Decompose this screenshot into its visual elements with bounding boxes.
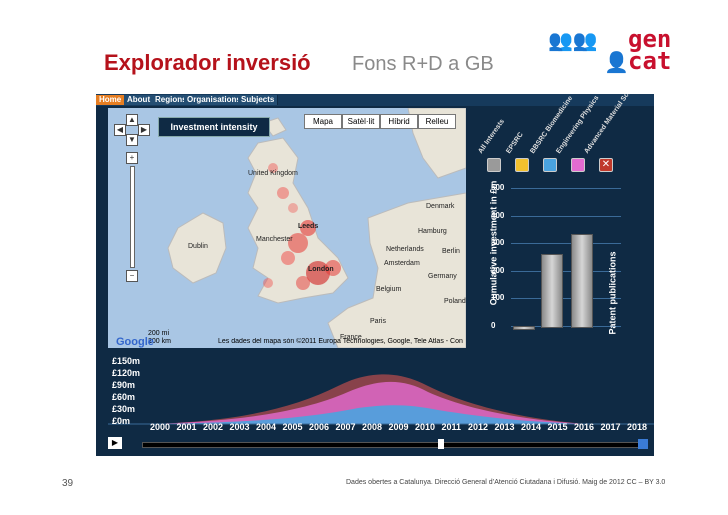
zoom-slider[interactable] [130,166,135,268]
play-button[interactable]: ▶ [108,437,122,449]
chart-bar[interactable] [571,233,593,328]
people-icon: 👥👥 [548,28,598,52]
map-type-terrain-button[interactable]: Relleu [418,114,456,129]
timeline-scrollbar[interactable] [142,442,644,448]
nav-subjects[interactable]: Subjects [238,95,279,105]
pan-right-icon[interactable]: ▶ [138,124,150,136]
money-tick: £60m [112,392,136,402]
year-tick-label: 2006 [309,422,330,432]
slide-number: 39 [62,478,74,489]
place-label: Dublin [188,243,208,250]
year-tick-label: 2013 [494,422,515,432]
bar-chart: 500 400 300 200 100 0 [471,108,651,348]
place-label: United Kingdom [248,170,298,177]
year-tick-label: 2010 [415,422,436,432]
y-tick-label: 400 [491,210,505,220]
year-tick-label: 2014 [521,422,542,432]
year-tick-label: 2008 [362,422,383,432]
y-tick-label: 300 [491,238,505,248]
y-tick-label: 0 [491,321,496,330]
money-tick: £30m [112,404,136,414]
year-tick-label: 2018 [627,422,648,432]
y-tick-label: 200 [491,265,505,275]
place-label: Netherlands [386,246,424,253]
chart-gridline [511,188,621,189]
place-label: Denmark [426,203,455,210]
map-title: Investment intensity [158,117,270,137]
chart-gridline [511,298,621,300]
place-label: Amsterdam [384,260,420,267]
nav-home[interactable]: Home [96,95,126,105]
year-tick-label: 2005 [282,422,303,432]
investment-explorer-app: Home About Regions Organisations Subject… [96,94,654,456]
expand-icon[interactable] [638,439,648,449]
year-tick-label: 2011 [441,422,462,432]
year-tick-label: 2007 [335,422,356,432]
chart-bar[interactable] [541,254,563,328]
y-tick-label: 100 [491,293,505,303]
map-type-hybrid-button[interactable]: Híbrid [380,114,418,129]
chart-bar[interactable] [513,326,535,330]
year-tick-label: 2001 [176,422,197,432]
year-tick-label: 2009 [388,422,409,432]
zoom-in-icon[interactable]: + [126,152,138,164]
place-label: Belgium [376,286,402,293]
money-tick: £90m [112,380,136,390]
year-tick-label: 2004 [256,422,277,432]
year-tick-label: 2000 [150,422,171,432]
y-tick-label: 500 [491,183,505,192]
money-tick: £150m [112,356,141,366]
year-tick-label: 2015 [547,422,568,432]
investment-map[interactable]: ▲ ◀ ▶ ▼ + − Investment intensity Mapa Sa… [108,108,466,348]
map-type-map-button[interactable]: Mapa [304,114,342,129]
timeline-chart[interactable]: £150m £120m £90m £60m £30m £0m 2000 2001 2… [108,356,654,436]
year-tick-label: 2002 [203,422,224,432]
footer-text: Dades obertes a Catalunya. Direcció Gene… [346,479,666,486]
google-logo: Google [116,336,154,348]
chart-gridline [511,215,621,217]
place-label: Paris [370,318,386,325]
year-tick-label: 2016 [574,422,595,432]
map-type-satellite-button[interactable]: Satèl·lit [342,114,380,129]
person-icon: 👤 [604,50,629,74]
place-label: London [308,266,334,273]
money-tick: £120m [112,368,141,378]
place-label: Poland [444,298,466,305]
map-drawing [108,108,466,348]
year-tick-label: 2017 [600,422,621,432]
page-title: Explorador inversió [104,50,311,75]
chart-gridline [511,243,621,245]
place-label: Germany [428,273,457,280]
place-label: Berlin [442,248,460,255]
pan-left-icon[interactable]: ◀ [114,124,126,136]
pan-up-icon[interactable]: ▲ [126,114,138,126]
investment-chart-panel: All Interests EPSRC BBSRC Biomedicine En… [471,94,651,348]
patent-publications-label: Patent publications [607,251,618,335]
gencat-logo-cat: cat [628,47,672,75]
pan-down-icon[interactable]: ▼ [126,134,138,146]
page-subtitle: Fons R+D a GB [352,53,494,75]
year-axis: 2000 2001 2002 2003 2004 2005 2006 2007 2008 2009… [108,422,654,434]
place-label: Hamburg [418,228,447,235]
timeline-scroll-thumb[interactable] [438,439,444,449]
map-attribution[interactable]: Les dades del mapa són ©2011 Europa Tech… [218,338,463,345]
place-label: Leeds [298,223,319,230]
nav-organisations[interactable]: Organisations [184,95,245,105]
chart-gridline [511,270,621,272]
place-label: Manchester [256,236,293,243]
zoom-out-icon[interactable]: − [126,270,138,282]
nav-about[interactable]: About [124,95,155,105]
year-tick-label: 2012 [468,422,489,432]
year-tick-label: 2003 [229,422,250,432]
